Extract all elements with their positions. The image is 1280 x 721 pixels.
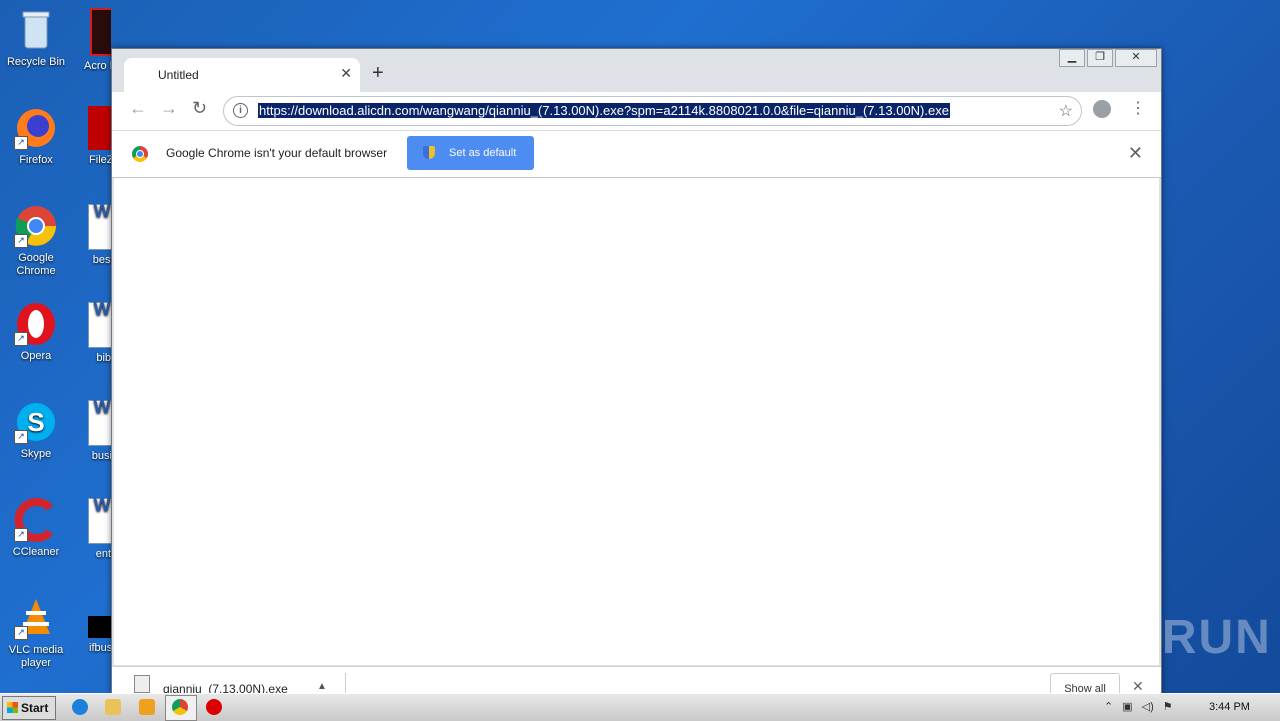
svg-text:S: S (27, 407, 44, 437)
menu-dots-icon[interactable]: ⋮ (1130, 98, 1146, 118)
close-window-button[interactable]: ✕ (1115, 49, 1157, 67)
desktop-icon-label: busine (91, 450, 111, 462)
shortcut-arrow-icon: ↗ (14, 234, 28, 248)
set-as-default-button[interactable]: Set as default (407, 136, 534, 170)
file-explorer-icon[interactable] (105, 699, 121, 715)
chrome-window: ▁ ❐ ✕ Untitled ✕ + ← → ↻ i https://downl… (111, 48, 1162, 695)
chrome-icon: ↗ (14, 204, 58, 248)
desktop-icon-bible[interactable]: W bible (78, 302, 111, 365)
desktop-icon-filezilla[interactable]: FileZilla (78, 106, 111, 167)
desktop-icon-busine[interactable]: W busine (78, 400, 111, 463)
desktop-icon-label: Acro Read (84, 60, 111, 72)
word-document-icon: W (88, 498, 111, 544)
infobar-close-icon[interactable]: ✕ (1128, 143, 1143, 164)
forward-arrow-icon[interactable]: → (160, 98, 178, 119)
opera-icon: ↗ (14, 302, 58, 346)
desktop-icon-bestre[interactable]: W bestre (78, 204, 111, 267)
shortcut-arrow-icon: ↗ (14, 430, 28, 444)
skype-icon: S ↗ (14, 400, 58, 444)
toolbar: ← → ↻ i https://download.alicdn.com/wang… (112, 92, 1161, 130)
desktop-icon-entry[interactable]: W entry (78, 498, 111, 561)
ccleaner-icon: ↗ (14, 498, 58, 542)
show-all-button[interactable]: Show all (1050, 673, 1120, 695)
desktop-icon-recycle-bin[interactable]: Recycle Bin (4, 8, 68, 69)
tab-untitled[interactable]: Untitled ✕ (124, 58, 360, 92)
desktop-icon-ccleaner[interactable]: ↗ CCleaner (4, 498, 68, 559)
desktop-icon-vlc[interactable]: ↗ VLC media player (4, 596, 68, 670)
desktop-icon-google-chrome[interactable]: ↗ Google Chrome (4, 204, 68, 278)
file-icon (88, 616, 111, 638)
windows-logo-icon (7, 702, 18, 713)
desktop-icon-ifbusine[interactable]: ifbusine (78, 596, 111, 655)
bookmark-star-icon[interactable]: ☆ (1059, 101, 1073, 121)
desktop-icon-label: CCleaner (12, 546, 60, 558)
desktop-icon-label: Google Chrome (16, 252, 56, 277)
desktop-icon-label: Opera (20, 350, 52, 362)
word-document-icon: W (88, 400, 111, 446)
volume-icon[interactable]: ◁) (1142, 700, 1154, 713)
download-separator (345, 673, 346, 695)
shortcut-arrow-icon: ↗ (14, 332, 28, 346)
word-document-icon: W (88, 204, 111, 250)
set-as-default-label: Set as default (449, 147, 517, 159)
recycle-bin-icon (14, 8, 58, 52)
taskbar: Start ⌃ ▣ ◁) ⚑ 3:44 PM (0, 693, 1280, 721)
action-center-flag-icon[interactable]: ⚑ (1163, 700, 1173, 713)
uac-shield-icon (423, 146, 435, 159)
site-info-icon[interactable]: i (233, 103, 248, 118)
taskbar-opera-icon[interactable] (206, 699, 222, 715)
minimize-button[interactable]: ▁ (1059, 49, 1085, 67)
shortcut-arrow-icon: ↗ (14, 626, 28, 640)
back-arrow-icon[interactable]: ← (129, 98, 147, 119)
word-document-icon: W (88, 302, 111, 348)
download-menu-caret-icon[interactable]: ▲ (317, 681, 327, 692)
desktop-icon-opera[interactable]: ↗ Opera (4, 302, 68, 363)
taskbar-clock[interactable]: 3:44 PM (1209, 701, 1250, 713)
desktop-icon-label: FileZilla (89, 154, 111, 166)
system-tray: ⌃ ▣ ◁) ⚑ (1104, 700, 1173, 713)
desktop-icon-skype[interactable]: S ↗ Skype (4, 400, 68, 461)
window-caption-buttons: ▁ ❐ ✕ (1059, 49, 1157, 67)
infobar-message: Google Chrome isn't your default browser (166, 146, 388, 160)
desktop-icon-label: Recycle Bin (6, 56, 66, 68)
desktop-icon-label: Skype (20, 448, 52, 460)
download-file-icon (134, 675, 150, 693)
desktop-icon-acrobat-reader[interactable]: Acro Read (80, 8, 111, 73)
desktop-icon-label: entry (95, 548, 111, 560)
desktop-icon-label: ifbusine (89, 642, 111, 654)
network-icon[interactable]: ▣ (1122, 700, 1132, 713)
desktop-icon-firefox[interactable]: ↗ Firefox (4, 106, 68, 167)
vlc-icon: ↗ (14, 596, 58, 640)
desktop-icon-label: bestre (92, 254, 111, 266)
start-button[interactable]: Start (2, 696, 56, 720)
address-bar[interactable]: i https://download.alicdn.com/wangwang/q… (223, 96, 1082, 126)
anyrun-watermark: ANY RUN (1040, 611, 1272, 664)
media-player-icon[interactable] (139, 699, 155, 715)
tray-expand-icon[interactable]: ⌃ (1104, 700, 1113, 713)
new-tab-button[interactable]: + (372, 62, 384, 85)
chrome-logo-icon (132, 146, 148, 162)
download-shelf: qianniu_(7.13.00N).exe ▲ Show all ✕ (112, 666, 1161, 695)
filezilla-icon (88, 106, 111, 150)
tab-close-icon[interactable]: ✕ (340, 65, 352, 82)
desktop-icon-label: bible (96, 352, 111, 364)
page-content (114, 178, 1159, 665)
url-text[interactable]: https://download.alicdn.com/wangwang/qia… (258, 103, 950, 118)
tab-title: Untitled (158, 68, 199, 82)
desktop-icon-label: Firefox (19, 154, 53, 166)
default-browser-infobar: Google Chrome isn't your default browser… (112, 130, 1161, 178)
internet-explorer-icon[interactable] (72, 699, 88, 715)
shortcut-arrow-icon: ↗ (14, 136, 28, 150)
profile-avatar-icon[interactable] (1093, 100, 1111, 118)
desktop-icon-label: VLC media player (8, 644, 64, 669)
start-label: Start (21, 701, 49, 715)
shortcut-arrow-icon: ↗ (14, 528, 28, 542)
firefox-icon: ↗ (14, 106, 58, 150)
restore-button[interactable]: ❐ (1087, 49, 1113, 67)
taskbar-chrome-icon[interactable] (172, 699, 188, 715)
acrobat-icon (90, 8, 111, 56)
reload-icon[interactable]: ↻ (192, 98, 207, 119)
